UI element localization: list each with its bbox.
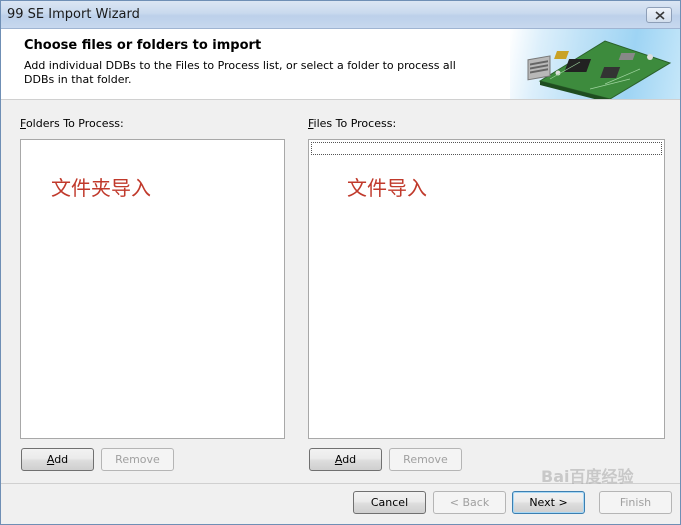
add-file-button[interactable]: Add <box>309 448 382 471</box>
baidu-watermark: Bai百度经验 <box>541 467 634 486</box>
close-icon <box>655 11 665 20</box>
folders-annotation: 文件夹导入 <box>51 176 151 200</box>
circuit-board-illustration <box>510 29 680 99</box>
focus-row <box>311 142 662 155</box>
files-list[interactable]: 文件导入 <box>308 139 665 439</box>
back-button[interactable]: < Back <box>433 491 506 514</box>
folders-to-process-label: Folders To Process: <box>20 117 124 130</box>
next-button[interactable]: Next > <box>512 491 585 514</box>
finish-button[interactable]: Finish <box>599 491 672 514</box>
wizard-header: Choose files or folders to import Add in… <box>1 29 680 100</box>
cancel-button[interactable]: Cancel <box>353 491 426 514</box>
page-description: Add individual DDBs to the Files to Proc… <box>24 59 456 86</box>
page-title: Choose files or folders to import <box>24 38 262 53</box>
folders-list[interactable]: 文件夹导入 <box>20 139 285 439</box>
files-to-process-label: Files To Process: <box>308 117 397 130</box>
files-annotation: 文件导入 <box>347 176 427 200</box>
close-button[interactable] <box>646 7 672 23</box>
window-title: 99 SE Import Wizard <box>7 7 140 22</box>
remove-file-button[interactable]: Remove <box>389 448 462 471</box>
remove-folder-button[interactable]: Remove <box>101 448 174 471</box>
import-wizard-window: 99 SE Import Wizard Choose files or fold… <box>0 0 681 525</box>
add-folder-button[interactable]: Add <box>21 448 94 471</box>
title-bar[interactable]: 99 SE Import Wizard <box>1 1 680 29</box>
